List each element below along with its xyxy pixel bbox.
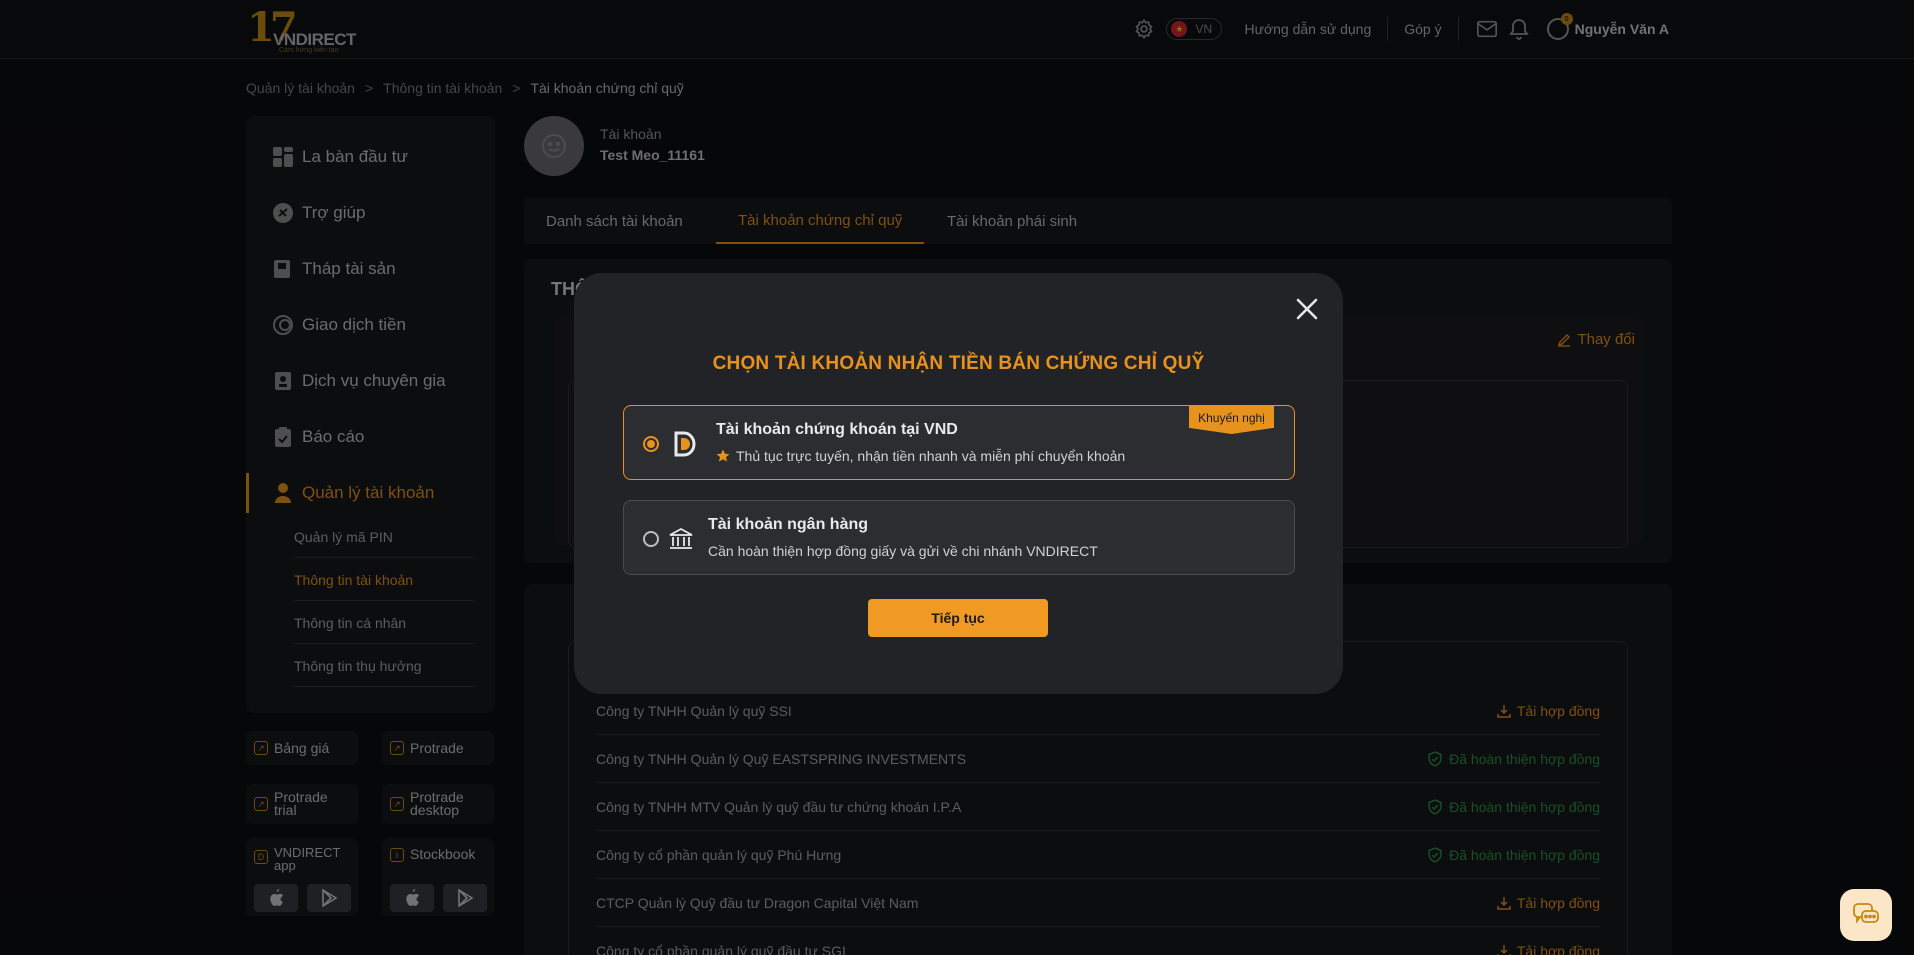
option-desc: Thủ tục trực tuyến, nhận tiền nhanh và m… <box>736 448 1126 464</box>
option-vnd-account[interactable]: Tài khoản chứng khoán tại VND Thủ tục tr… <box>623 405 1295 480</box>
close-icon[interactable] <box>1293 295 1321 323</box>
receive-account-modal: CHỌN TÀI KHOẢN NHẬN TIỀN BÁN CHỨNG CHỈ Q… <box>574 273 1343 694</box>
recommended-badge: Khuyến nghị <box>1189 406 1274 434</box>
star-icon <box>716 449 730 462</box>
option-desc: Cần hoàn thiện hợp đồng giấy và gửi về c… <box>708 543 1098 559</box>
continue-button[interactable]: Tiếp tục <box>868 599 1048 637</box>
option-title: Tài khoản ngân hàng <box>708 516 869 533</box>
option-title: Tài khoản chứng khoán tại VND <box>716 421 958 438</box>
chat-support-button[interactable] <box>1840 889 1892 941</box>
modal-title: CHỌN TÀI KHOẢN NHẬN TIỀN BÁN CHỨNG CHỈ Q… <box>712 353 1205 374</box>
chat-icon <box>1853 903 1879 924</box>
vnd-logo-icon <box>672 430 698 458</box>
radio-bank-account[interactable] <box>643 531 659 547</box>
option-bank-account[interactable]: Tài khoản ngân hàng Cần hoàn thiện hợp đ… <box>623 500 1295 575</box>
radio-vnd-account[interactable] <box>643 436 659 452</box>
bank-icon <box>668 525 694 553</box>
